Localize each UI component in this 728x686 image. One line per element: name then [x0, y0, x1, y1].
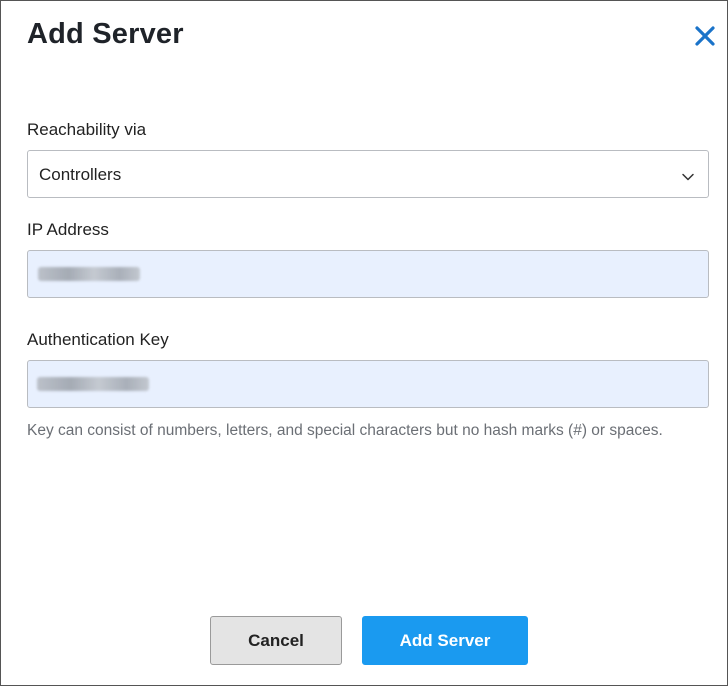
- ip-address-field[interactable]: [27, 250, 709, 298]
- auth-key-label: Authentication Key: [27, 330, 169, 349]
- add-server-button[interactable]: Add Server: [362, 616, 528, 665]
- auth-key-field[interactable]: [27, 360, 709, 408]
- dialog-title: Add Server: [27, 18, 184, 50]
- redacted-ip-value: [38, 267, 140, 281]
- ip-address-label: IP Address: [27, 220, 109, 239]
- redacted-key-value: [37, 377, 149, 391]
- add-server-dialog: Add Server Reachability via Controllers …: [0, 0, 728, 686]
- close-button[interactable]: [691, 22, 719, 50]
- close-icon: [695, 26, 715, 46]
- reachability-selected-value: Controllers: [39, 165, 122, 184]
- cancel-button[interactable]: Cancel: [210, 616, 342, 665]
- auth-key-hint: Key can consist of numbers, letters, and…: [27, 422, 663, 439]
- reachability-label: Reachability via: [27, 120, 147, 139]
- reachability-select[interactable]: Controllers: [27, 150, 709, 198]
- chevron-down-icon: [681, 169, 695, 187]
